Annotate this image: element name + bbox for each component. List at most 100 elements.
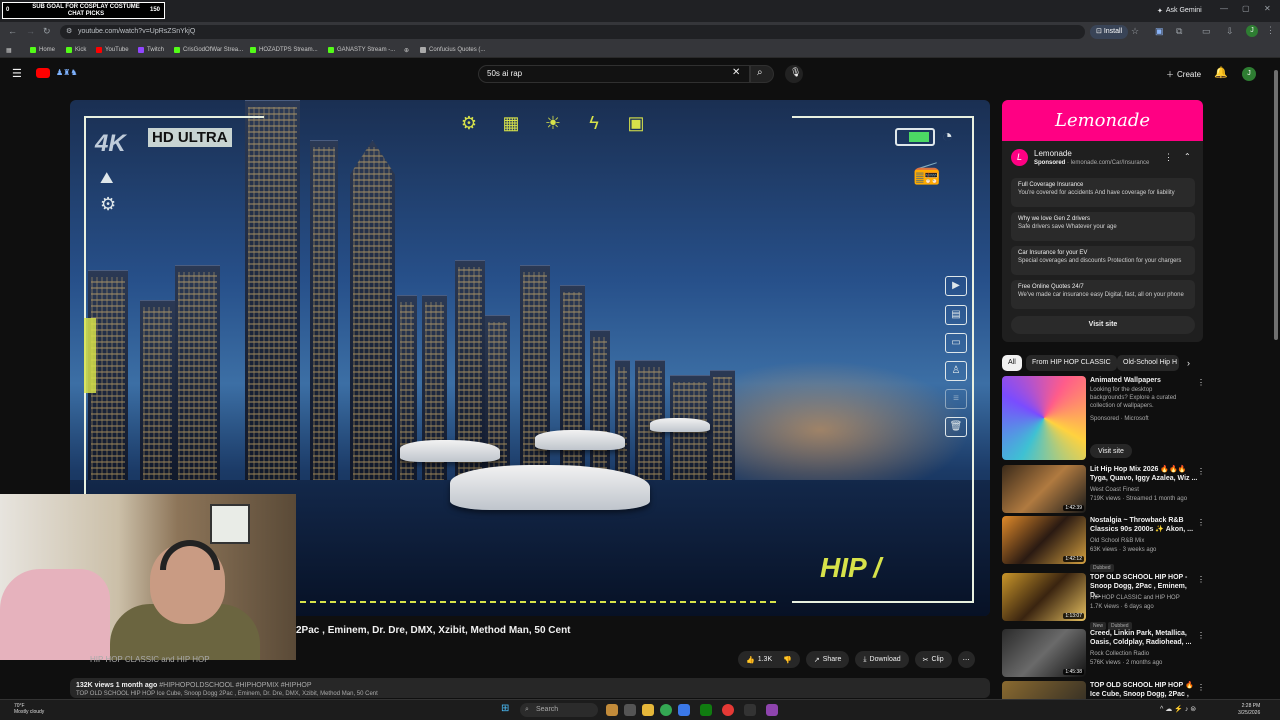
bookmark-confucius[interactable]: Confucius Quotes (...: [420, 44, 485, 56]
thumbnail[interactable]: 1:42:12: [1002, 516, 1086, 564]
create-button[interactable]: ＋ Create: [1160, 66, 1207, 82]
related-item[interactable]: Animated Wallpapers Looking for the desk…: [1002, 376, 1272, 460]
gear-icon: ⚙: [460, 113, 478, 133]
taskbar-app-icon[interactable]: [766, 704, 778, 716]
related-item[interactable]: TOP OLD SCHOOL HIP HOP 🔥 Ice Cube, Snoop…: [1002, 681, 1272, 699]
thumbnail[interactable]: 1:42:39: [1002, 465, 1086, 513]
chip-old-school[interactable]: Old-School Hip H: [1117, 355, 1179, 371]
bookmark-youtube[interactable]: YouTube: [96, 44, 129, 56]
maximize-icon[interactable]: ▢: [1242, 4, 1250, 13]
forward-icon[interactable]: →: [26, 26, 35, 36]
related-item[interactable]: 1:42:12 Nostalgia ~ Throwback R&B Classi…: [1002, 516, 1272, 572]
apps-icon[interactable]: ▦: [6, 44, 12, 56]
search-input[interactable]: 50s ai rap: [478, 65, 750, 83]
bookmark-globe[interactable]: ⊕: [404, 44, 412, 56]
ad-menu-icon[interactable]: ⋮: [1164, 152, 1173, 163]
thumbnail[interactable]: 1:45:38: [1002, 629, 1086, 677]
voice-search-button[interactable]: 🎙: [785, 65, 803, 83]
related-item[interactable]: 1:45:38 Creed, Linkin Park, Metallica, O…: [1002, 629, 1272, 677]
back-icon[interactable]: ←: [8, 26, 17, 36]
bookmark-twitch[interactable]: Twitch: [138, 44, 164, 56]
chip-from-channel[interactable]: From HIP HOP CLASSIC: [1026, 355, 1117, 371]
hamburger-menu-icon[interactable]: ☰: [12, 67, 22, 80]
chevron-right-icon[interactable]: ›: [1187, 358, 1190, 368]
notifications-bell-icon[interactable]: 🔔: [1214, 66, 1228, 79]
bookmark-star-icon[interactable]: ☆: [1131, 26, 1139, 37]
like-button[interactable]: 👍 1.3K 👎: [738, 651, 800, 668]
share-button[interactable]: ↗ Share: [805, 651, 850, 668]
browser-menu-icon[interactable]: ⋮: [1266, 25, 1275, 36]
collapse-chevron-icon[interactable]: ⌃: [1184, 152, 1191, 161]
taskbar-app-icon[interactable]: [606, 704, 618, 716]
clip-button[interactable]: ✂ Clip: [914, 651, 952, 668]
youtube-logo-icon[interactable]: [36, 68, 50, 78]
taskbar-search[interactable]: ⌕ Search: [520, 703, 598, 717]
bookmark-kick[interactable]: Kick: [66, 44, 86, 56]
sidepanel-icon[interactable]: ▭: [1202, 26, 1211, 37]
grid-icon: ▦: [502, 113, 520, 133]
channel-name[interactable]: HIP HOP CLASSIC and HIP HOP: [90, 655, 210, 664]
ad-link-item[interactable]: Why we love Gen Z drivers Safe drivers sa…: [1011, 212, 1195, 241]
ad-link-item[interactable]: Free Online Quotes 24/7 We've made car in…: [1011, 280, 1195, 309]
video-actions: 👍 1.3K 👎 ↗ Share ⤓ Download ✂ Clip ⋯: [738, 651, 975, 668]
download-button[interactable]: ⤓ Download: [855, 651, 909, 668]
site-info-icon[interactable]: ⚙: [66, 25, 72, 39]
bookmark-ganasty[interactable]: GANASTY Stream -...: [328, 44, 395, 56]
downloads-icon[interactable]: ⇩: [1226, 26, 1234, 37]
xbox-icon[interactable]: [700, 704, 712, 716]
ad-banner[interactable]: Lemonade: [1002, 100, 1203, 141]
hashtags[interactable]: #HIPHOPOLDSCHOOL #HIPHOPMIX #HIPHOP: [159, 682, 311, 689]
related-item[interactable]: 1:42:39 Lit Hip Hop Mix 2026 🔥🔥🔥 Tyga, Q…: [1002, 465, 1272, 513]
account-avatar[interactable]: J: [1242, 67, 1256, 81]
related-item[interactable]: 1:13:07 TOP OLD SCHOOL HIP HOP - Snoop D…: [1002, 573, 1272, 630]
profile-avatar[interactable]: J: [1246, 25, 1258, 37]
minimize-icon[interactable]: —: [1220, 4, 1228, 13]
reload-icon[interactable]: ↻: [43, 26, 51, 37]
extension-icon[interactable]: ▣: [1155, 26, 1164, 37]
ad-sponsored-line: Sponsored · lemonade.com/Car/Insurance: [1034, 160, 1150, 166]
ad-link-item[interactable]: Full Coverage Insurance You're covered fo…: [1011, 178, 1195, 207]
more-options-icon[interactable]: ⋮: [1197, 683, 1205, 692]
ad-visit-site-button[interactable]: Visit site: [1011, 316, 1195, 334]
bookmark-hozadtps[interactable]: HOZADTPS Stream...: [250, 44, 318, 56]
taskbar-app-icon[interactable]: [678, 704, 690, 716]
more-options-icon[interactable]: ⋮: [1197, 518, 1205, 527]
thumbnail[interactable]: [1002, 376, 1086, 460]
thumbnail[interactable]: 1:13:07: [1002, 573, 1086, 621]
youtube-doodle-logo[interactable]: ♟♜♞: [56, 68, 78, 77]
puzzle-icon[interactable]: ⧉: [1176, 26, 1182, 37]
bookmark-crisgodofwar[interactable]: CrisGodOfWar Strea...: [174, 44, 243, 56]
globe-icon: ⊕: [404, 47, 410, 54]
address-bar[interactable]: ⚙ youtube.com/watch?v=UpRsZSnYkjQ: [60, 25, 1085, 39]
more-options-icon[interactable]: ⋮: [1197, 631, 1205, 640]
chip-all[interactable]: All: [1002, 355, 1022, 371]
thumbs-down-icon[interactable]: 👎: [783, 656, 792, 664]
chrome-icon[interactable]: [660, 704, 672, 716]
bookmark-home[interactable]: Home: [30, 44, 55, 56]
ad-link-item[interactable]: Car Insurance for your EV Special coverag…: [1011, 246, 1195, 275]
clear-search-icon[interactable]: ✕: [732, 67, 740, 78]
file-explorer-icon[interactable]: [642, 704, 654, 716]
more-options-icon[interactable]: ⋮: [1197, 467, 1205, 476]
taskbar-app-icon[interactable]: [624, 704, 636, 716]
ask-gemini-button[interactable]: ✦ Ask Gemini: [1152, 4, 1207, 17]
more-options-icon[interactable]: ⋮: [1197, 378, 1205, 387]
close-window-icon[interactable]: ✕: [1264, 4, 1271, 13]
install-app-button[interactable]: ⊡ Install: [1090, 25, 1129, 39]
visit-site-button[interactable]: Visit site: [1090, 444, 1132, 458]
taskbar-app-icon[interactable]: [744, 704, 756, 716]
more-actions-button[interactable]: ⋯: [957, 651, 975, 668]
video-description[interactable]: 132K views 1 month ago #HIPHOPOLDSCHOOL …: [70, 678, 990, 698]
taskbar-app-icon[interactable]: [722, 704, 734, 716]
more-options-icon[interactable]: ⋮: [1197, 575, 1205, 584]
ad-brand[interactable]: Lemonade: [1034, 149, 1072, 158]
thumbnail[interactable]: [1002, 681, 1086, 699]
windows-start-icon[interactable]: ⊞: [501, 703, 509, 714]
taskbar-clock[interactable]: 2:28 PM 3/25/2026: [1238, 703, 1260, 717]
weather-widget[interactable]: 70°F Mostly cloudy: [14, 703, 44, 715]
system-tray-icons[interactable]: ^ ☁ ⚡ ♪ ⊜: [1160, 705, 1196, 713]
stream-sub-goal-overlay: 0 SUB GOAL FOR COSPLAY COSTUME CHAT PICK…: [2, 2, 165, 19]
search-button[interactable]: ⌕: [750, 65, 774, 83]
page-scrollbar[interactable]: [1272, 58, 1280, 699]
microphone-icon: 🎙: [790, 67, 802, 77]
